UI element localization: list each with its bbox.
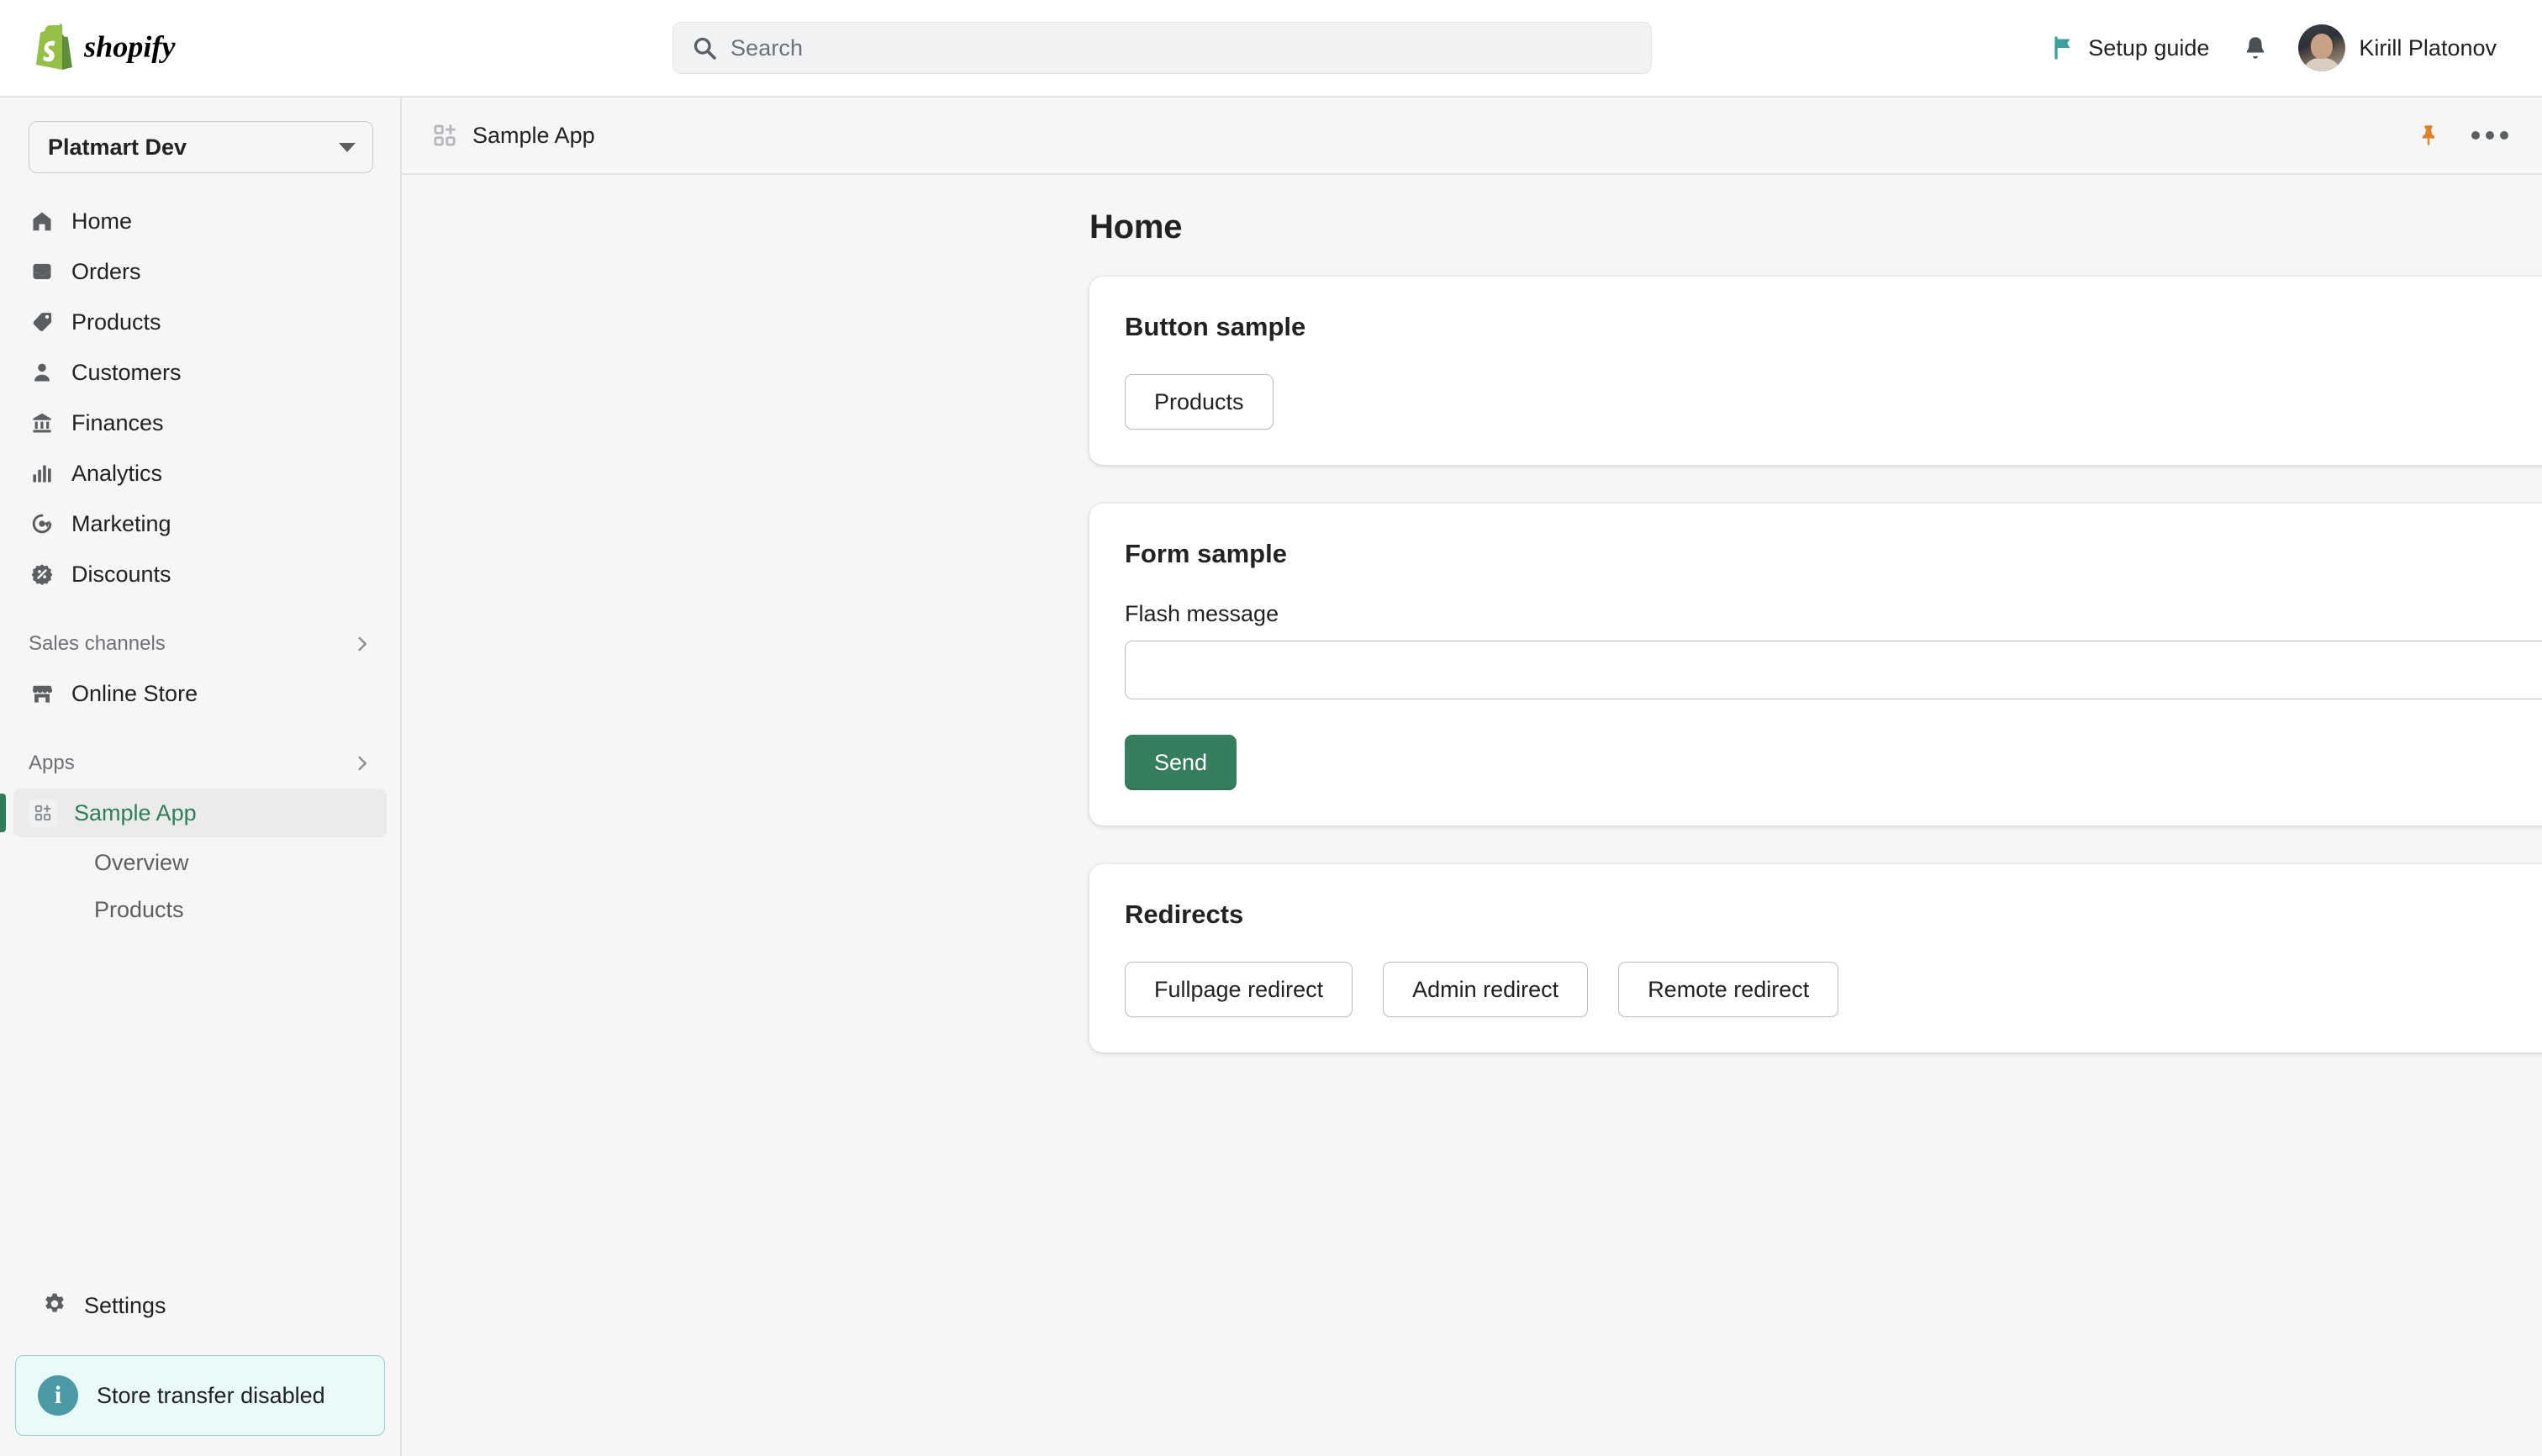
flash-message-input[interactable]	[1125, 641, 2542, 699]
shopify-bag-icon	[36, 24, 72, 71]
sidebar-item-sample-app[interactable]: Sample App	[0, 789, 387, 837]
breadcrumb: Sample App	[432, 123, 595, 149]
store-selector[interactable]: Platmart Dev	[29, 121, 373, 173]
gear-icon	[42, 1291, 67, 1321]
home-icon	[29, 208, 55, 235]
fullpage-redirect-button[interactable]: Fullpage redirect	[1125, 962, 1353, 1017]
redirect-button-row: Fullpage redirect Admin redirect Remote …	[1125, 962, 2542, 1017]
setup-guide-label: Setup guide	[2088, 34, 2210, 61]
search-input[interactable]: Search	[672, 22, 1652, 74]
search-placeholder: Search	[730, 34, 804, 61]
sidebar-item-app-products[interactable]: Products	[13, 886, 387, 933]
apps-title: Apps	[29, 752, 75, 774]
user-menu-button[interactable]: Kirill Platonov	[2286, 16, 2508, 80]
main-region: Sample App Home Button sample Products F…	[402, 98, 2542, 1456]
chevron-down-icon	[339, 142, 356, 152]
sidebar-item-analytics[interactable]: Analytics	[13, 449, 387, 498]
shopify-admin-window: shopify Search Setup guide Kirill Platon…	[0, 0, 2542, 1456]
flash-message-label: Flash message	[1125, 601, 1279, 626]
bank-icon	[29, 410, 55, 436]
apps-grid-icon	[434, 124, 456, 146]
store-transfer-banner-text: Store transfer disabled	[97, 1382, 325, 1408]
card-title: Form sample	[1125, 539, 1287, 568]
chart-icon	[29, 461, 55, 487]
sidebar-item-online-store[interactable]: Online Store	[13, 669, 387, 718]
global-search[interactable]: Search	[672, 22, 1652, 74]
sidebar-item-overview[interactable]: Overview	[13, 839, 387, 886]
storefront-icon	[29, 681, 55, 707]
discount-icon	[29, 562, 55, 588]
pin-icon	[2422, 125, 2435, 145]
sidebar-item-home[interactable]: Home	[13, 197, 387, 245]
sidebar-label: Online Store	[71, 680, 198, 706]
chevron-right-icon	[358, 756, 367, 771]
pin-button[interactable]	[2416, 123, 2441, 148]
products-button[interactable]: Products	[1125, 374, 1274, 430]
setup-guide-button[interactable]: Setup guide	[2036, 25, 2224, 71]
shopify-wordmark: shopify	[84, 31, 176, 63]
remote-redirect-button[interactable]: Remote redirect	[1618, 962, 1839, 1017]
top-bar-actions: Setup guide Kirill Platonov	[2036, 16, 2508, 80]
store-name-label: Platmart Dev	[48, 134, 187, 160]
svg-text:shopify: shopify	[84, 31, 176, 63]
sidebar-label: Finances	[71, 409, 164, 435]
sidebar-footer: Settings i Store transfer disabled	[0, 1281, 400, 1456]
info-icon: i	[38, 1375, 78, 1416]
flag-icon	[2054, 36, 2070, 60]
sidebar-label: Customers	[71, 359, 182, 385]
app-bar-actions	[2416, 123, 2508, 148]
user-name-label: Kirill Platonov	[2359, 34, 2497, 61]
sidebar-item-discounts[interactable]: Discounts	[13, 550, 387, 599]
button-sample-card: Button sample Products	[1089, 277, 2542, 465]
bell-icon	[2247, 37, 2265, 59]
sidebar-item-settings[interactable]: Settings	[13, 1281, 387, 1330]
card-title: Redirects	[1125, 899, 1244, 929]
avatar	[2298, 24, 2346, 71]
sidebar-sub-label: Products	[94, 896, 184, 922]
store-transfer-banner: i Store transfer disabled	[15, 1355, 385, 1436]
redirects-card: Redirects Fullpage redirect Admin redire…	[1089, 864, 2542, 1052]
sidebar-label: Home	[71, 208, 133, 234]
chevron-right-icon	[358, 636, 367, 652]
notifications-button[interactable]	[2224, 24, 2286, 71]
sidebar-item-orders[interactable]: Orders	[13, 247, 387, 296]
sidebar-label: Analytics	[71, 460, 163, 486]
sidebar-item-products[interactable]: Products	[13, 298, 387, 346]
person-icon	[29, 360, 55, 386]
primary-nav: Home Orders Products Customers Finances …	[0, 195, 400, 933]
sidebar-item-marketing[interactable]: Marketing	[13, 499, 387, 548]
top-bar: shopify Search Setup guide Kirill Platon…	[0, 0, 2542, 98]
send-button[interactable]: Send	[1125, 735, 1237, 790]
sidebar: Platmart Dev Home Orders Products Custom…	[0, 98, 402, 1456]
card-title: Button sample	[1125, 312, 1306, 341]
sidebar-item-customers[interactable]: Customers	[13, 348, 387, 397]
apps-section-header[interactable]: Apps	[13, 740, 387, 787]
shopify-logo[interactable]: shopify	[29, 24, 228, 72]
sidebar-label: Orders	[71, 258, 141, 284]
active-indicator	[0, 794, 6, 832]
sales-channels-section-header[interactable]: Sales channels	[13, 620, 387, 667]
sidebar-label: Products	[71, 309, 161, 335]
app-title: Sample App	[472, 122, 595, 148]
tag-icon	[29, 309, 55, 335]
app-breadcrumb-bar: Sample App	[402, 98, 2542, 175]
settings-label: Settings	[84, 1292, 166, 1318]
page-title: Home	[1089, 208, 1183, 245]
sidebar-label: Sample App	[74, 799, 197, 826]
search-icon	[694, 37, 716, 60]
more-options-button[interactable]	[2471, 131, 2508, 140]
admin-redirect-button[interactable]: Admin redirect	[1383, 962, 1589, 1017]
sidebar-label: Marketing	[71, 510, 171, 536]
target-icon	[29, 511, 55, 537]
app-body: Platmart Dev Home Orders Products Custom…	[0, 98, 2542, 1456]
sidebar-item-finances[interactable]: Finances	[13, 398, 387, 447]
apps-grid-icon	[29, 799, 57, 827]
form-sample-card: Form sample Flash message Send	[1089, 504, 2542, 826]
page-content: Home Button sample Products Form sample …	[402, 175, 2542, 1456]
sidebar-label: Discounts	[71, 561, 171, 587]
sidebar-sub-label: Overview	[94, 849, 189, 875]
orders-icon	[29, 259, 55, 285]
sales-channels-title: Sales channels	[29, 632, 166, 655]
more-horizontal-icon	[2471, 131, 2508, 140]
